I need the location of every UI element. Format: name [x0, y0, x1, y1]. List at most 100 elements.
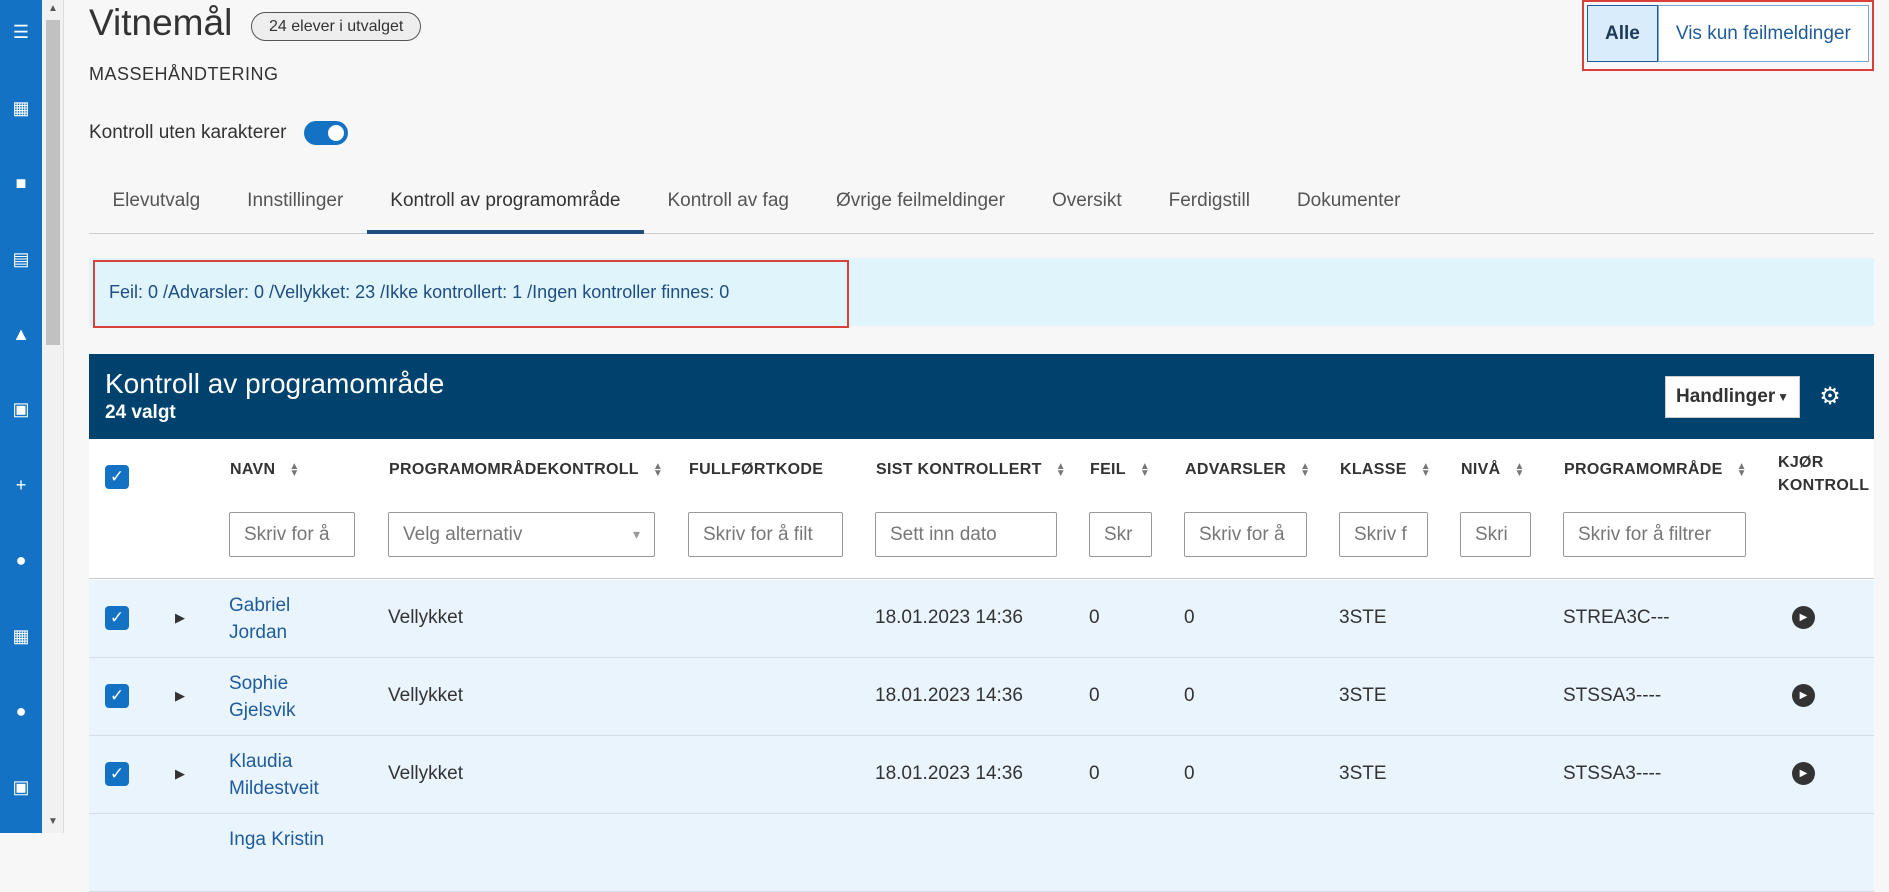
column-header-completion-code[interactable]: FULLFØRTKODE [689, 461, 823, 479]
class-value: 3STE [1339, 607, 1387, 628]
show-errors-only-button[interactable]: Vis kun feilmeldinger [1657, 5, 1869, 62]
name-filter-input[interactable]: Skriv for å [229, 512, 355, 557]
table-row[interactable]: ✓ ▶ Klaudia Mildestveit Vellykket 18.01.2… [89, 736, 1874, 814]
main-content: Vitnemål 24 elever i utvalget MASSEHÅNDT… [64, 0, 1889, 892]
control-without-grades-row: Kontroll uten karakterer [89, 121, 348, 145]
briefcase-icon[interactable]: ▣ [0, 393, 42, 425]
last-name: Jordan [229, 622, 288, 643]
show-all-button[interactable]: Alle [1587, 5, 1658, 62]
caret-down-icon: ▼ [1777, 390, 1789, 404]
class-value: 3STE [1339, 685, 1387, 706]
column-header-program[interactable]: PROGRAMOMRÅDE ▲ ▼ [1564, 461, 1747, 479]
program-filter-input[interactable]: Skriv for å filtrer [1563, 512, 1746, 557]
last-checked-date: 18.01.2023 14:36 [875, 763, 1023, 784]
student-name-link[interactable]: Inga Kristin [229, 826, 324, 853]
scroll-up-arrow-icon[interactable]: ▲ [42, 0, 64, 18]
run-control-play-icon[interactable]: ▶ [1792, 762, 1815, 785]
row-checkbox[interactable]: ✓ [105, 606, 129, 630]
program-value: STSSA3---- [1563, 763, 1662, 784]
tab-ferdigstill[interactable]: Ferdigstill [1145, 176, 1273, 234]
last-name: Gjelsvik [229, 700, 296, 721]
control-without-grades-switch[interactable] [303, 121, 348, 145]
table-row[interactable]: ✓ ▶ Sophie Gjelsvik Vellykket 18.01.2023 … [89, 658, 1874, 736]
first-name: Gabriel [229, 595, 291, 616]
vertical-scrollbar[interactable]: ▲ ▼ [42, 0, 64, 833]
column-label: PROGRAMOMRÅDEKONTROLL [389, 461, 639, 478]
select-all-checkbox[interactable]: ✓ [105, 465, 129, 489]
tab-innstillinger[interactable]: Innstillinger [224, 176, 367, 234]
scroll-down-arrow-icon[interactable]: ▼ [42, 813, 64, 831]
control-without-grades-label: Kontroll uten karakterer [89, 122, 287, 143]
row-checkbox[interactable]: ✓ [105, 762, 129, 786]
sort-icon: ▲ ▼ [1300, 460, 1311, 479]
teacher-icon[interactable]: ▤ [0, 243, 42, 275]
first-name: Sophie [229, 673, 289, 694]
completion-filter-input[interactable]: Skriv for å filt [688, 512, 843, 557]
column-label: NIVÅ [1461, 461, 1501, 478]
column-label: KLASSE [1340, 461, 1407, 478]
table-row[interactable]: ✓ ▶ Gabriel Jordan Vellykket 18.01.2023 1… [89, 580, 1874, 658]
column-header-program-control[interactable]: PROGRAMOMRÅDEKONTROLL ▲ ▼ [389, 461, 663, 479]
scrollbar-thumb[interactable] [46, 20, 60, 345]
page-title: Vitnemål [89, 2, 233, 43]
page-subtitle: MASSEHÅNDTERING [89, 64, 279, 84]
column-header-name[interactable]: NAVN ▲ ▼ [230, 461, 300, 479]
apps-grid-icon[interactable]: ▦ [0, 92, 42, 124]
run-control-play-icon[interactable]: ▶ [1792, 606, 1815, 629]
chat-icon[interactable]: ● [0, 544, 42, 576]
column-header-errors[interactable]: FEIL ▲ ▼ [1090, 461, 1150, 479]
actions-dropdown-button[interactable]: Handlinger ▼ [1665, 376, 1800, 418]
column-header-last-checked[interactable]: SIST KONTROLLERT ▲ ▼ [876, 461, 1066, 479]
calendar-check-icon[interactable]: ▣ [0, 771, 42, 803]
tab-ovrige-feilmeldinger[interactable]: Øvrige feilmeldinger [812, 176, 1028, 234]
program-control-filter-select[interactable]: Velg alternativ [388, 512, 655, 557]
last-checked-date: 18.01.2023 14:36 [875, 685, 1023, 706]
run-control-play-icon[interactable]: ▶ [1792, 684, 1815, 707]
expand-row-icon[interactable]: ▶ [175, 688, 185, 704]
program-value: STREA3C--- [1563, 607, 1670, 628]
sort-icon: ▲ ▼ [1736, 460, 1747, 479]
level-filter-input[interactable]: Skri [1460, 512, 1531, 557]
row-checkbox[interactable]: ✓ [105, 684, 129, 708]
column-label: FULLFØRTKODE [689, 461, 824, 478]
error-count: 0 [1089, 607, 1100, 628]
sort-icon: ▲ ▼ [652, 460, 664, 479]
calendar-icon[interactable]: ▦ [0, 620, 42, 652]
class-filter-input[interactable]: Skriv f [1339, 512, 1428, 557]
book-icon[interactable]: ■ [0, 167, 42, 199]
tab-oversikt[interactable]: Oversikt [1028, 176, 1145, 234]
table-header: ✓ NAVN ▲ ▼ PROGRAMOMRÅDEKONTROLL ▲ ▼ FULLFØR… [89, 439, 1874, 579]
student-name-link[interactable]: Klaudia Mildestveit [229, 748, 319, 802]
student-name-link[interactable]: Sophie Gjelsvik [229, 670, 296, 724]
tab-kontroll-av-fag[interactable]: Kontroll av fag [644, 176, 812, 234]
tab-bar: Elevutvalg Innstillinger Kontroll av pro… [89, 176, 1874, 234]
plus-icon[interactable]: + [0, 469, 42, 501]
student-name-link[interactable]: Gabriel Jordan [229, 592, 290, 646]
errors-filter-input[interactable]: Skr [1089, 512, 1152, 557]
warning-count: 0 [1184, 685, 1195, 706]
gear-icon[interactable]: ⚙ [1817, 384, 1843, 410]
expand-row-icon[interactable]: ▶ [175, 610, 185, 626]
tab-kontroll-av-programomrade[interactable]: Kontroll av programområde [366, 176, 644, 234]
menu-icon[interactable]: ☰ [0, 16, 42, 48]
last-checked-date-input[interactable]: Sett inn dato [875, 512, 1057, 557]
warnings-filter-input[interactable]: Skriv for å [1184, 512, 1307, 557]
column-header-level[interactable]: NIVÅ ▲ ▼ [1461, 461, 1525, 479]
tab-dokumenter[interactable]: Dokumenter [1273, 176, 1424, 234]
sort-icon: ▲ ▼ [289, 460, 300, 479]
sort-icon: ▲ ▼ [1514, 460, 1525, 479]
tab-elevutvalg[interactable]: Elevutvalg [89, 176, 224, 234]
selection-count-badge: 24 elever i utvalget [251, 12, 422, 41]
expand-row-icon[interactable]: ▶ [175, 766, 185, 782]
column-label: PROGRAMOMRÅDE [1564, 461, 1723, 478]
graduate-icon[interactable]: ▲ [0, 318, 42, 350]
people-icon[interactable]: ● [0, 695, 42, 727]
column-label: SIST KONTROLLERT [876, 461, 1042, 478]
last-name: Mildestveit [229, 778, 319, 799]
column-header-warnings[interactable]: ADVARSLER ▲ ▼ [1185, 461, 1310, 479]
column-label: KJØR [1778, 454, 1824, 471]
column-label: NAVN [230, 461, 276, 478]
summary-text: Feil: 0 /Advarsler: 0 /Vellykket: 23 /Ik… [93, 260, 849, 328]
table-row[interactable]: Inga Kristin [89, 814, 1874, 892]
column-header-class[interactable]: KLASSE ▲ ▼ [1340, 461, 1431, 479]
